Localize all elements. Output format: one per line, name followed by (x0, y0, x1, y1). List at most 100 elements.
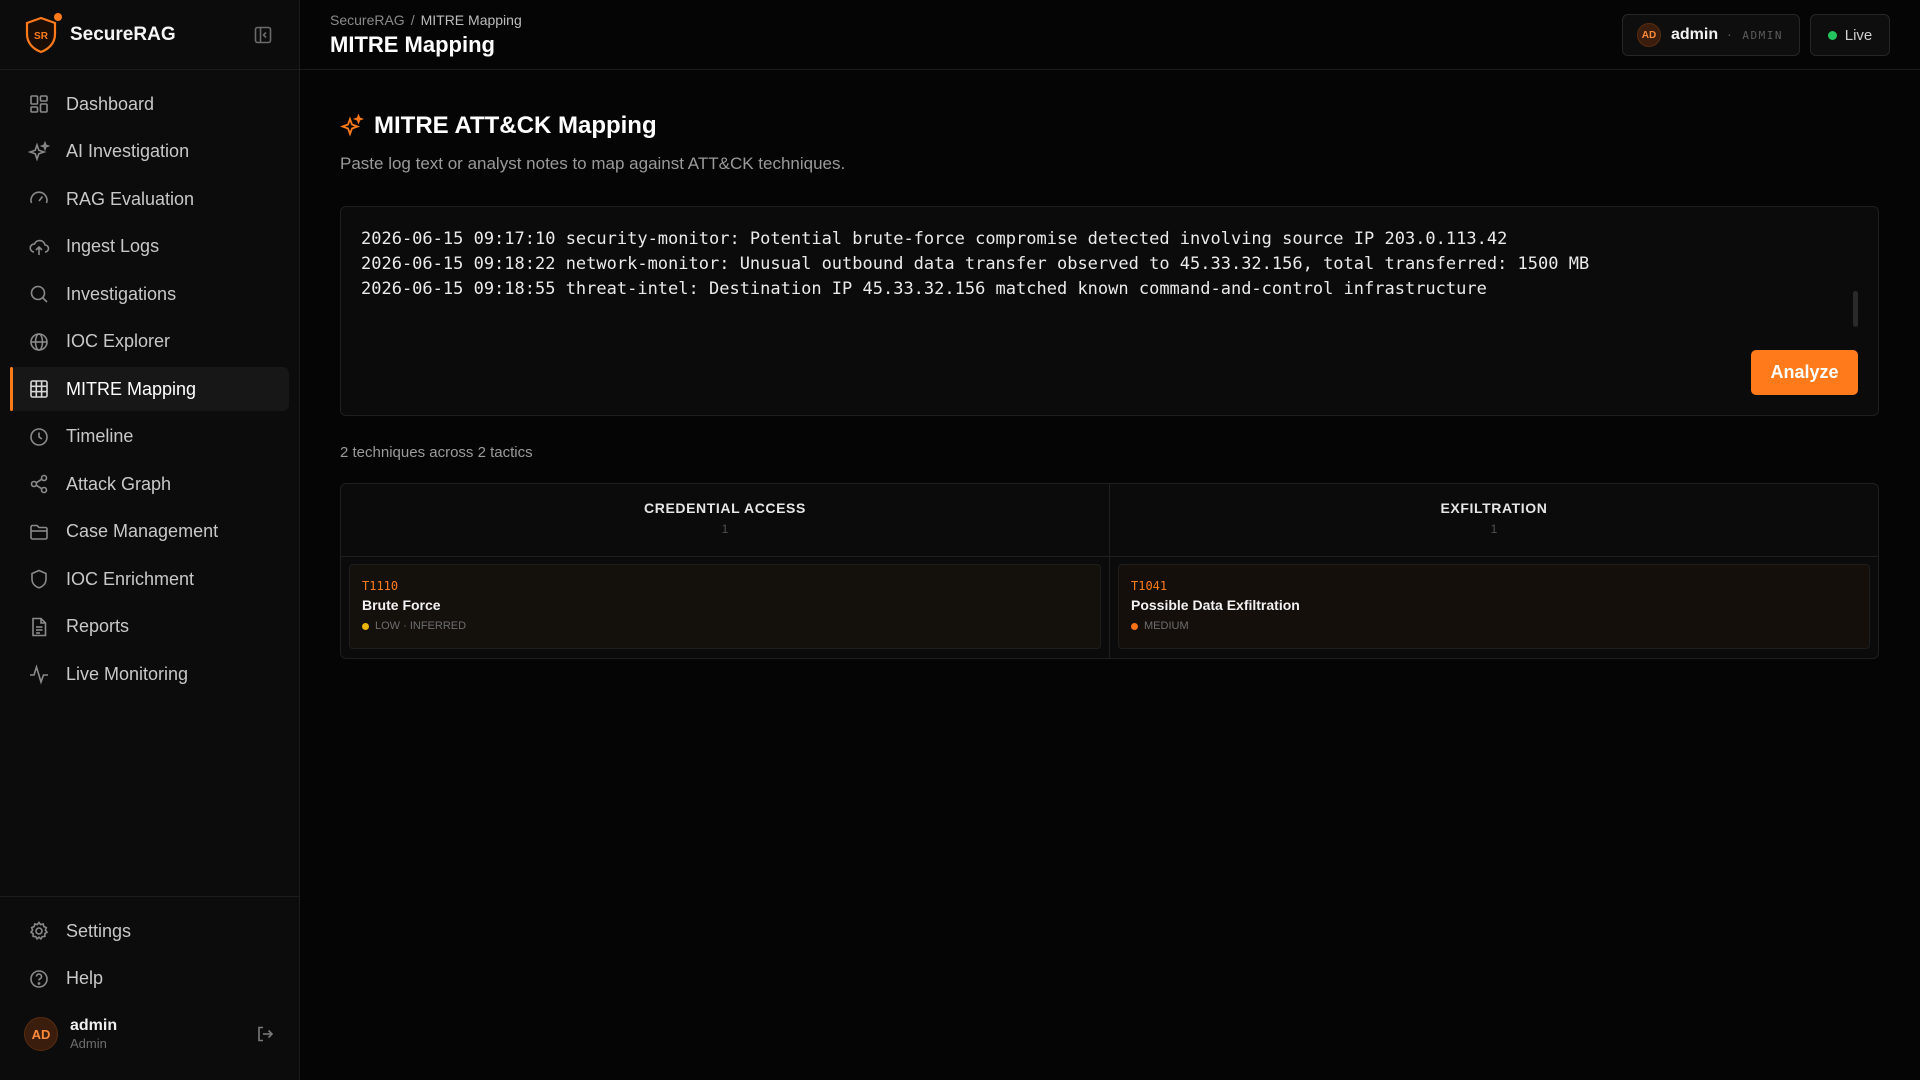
logout-icon[interactable] (255, 1024, 275, 1044)
gauge-icon (28, 188, 50, 210)
live-status-dot (1827, 30, 1837, 40)
sidebar: SR SecureRAG Dashboard AI Investigation … (0, 0, 300, 1080)
sidebar-nav: Dashboard AI Investigation RAG Evaluatio… (0, 70, 299, 696)
help-circle-icon (28, 968, 50, 990)
sidebar-item-label: Dashboard (66, 93, 155, 114)
sidebar-item-label: Timeline (66, 426, 134, 446)
sidebar-item-ioc-explorer[interactable]: IOC Explorer (10, 320, 289, 364)
sidebar-item-label: Investigations (66, 283, 177, 304)
user-menu-button[interactable]: AD admin · ADMIN (1622, 14, 1800, 56)
technique-meta: MEDIUM (1144, 620, 1189, 632)
brand-logo[interactable]: SR (24, 12, 62, 55)
tactics-matrix: CREDENTIAL ACCESS 1 T1110 Brute Force LO… (340, 483, 1879, 659)
brand: SR SecureRAG (0, 0, 299, 70)
analyze-button[interactable]: Analyze (1751, 350, 1858, 395)
technique-card[interactable]: T1041 Possible Data Exfiltration MEDIUM (1118, 564, 1870, 649)
tactic-count: 1 (1490, 522, 1498, 536)
sidebar-item-mitre-mapping[interactable]: MITRE Mapping (10, 367, 289, 411)
main-content: MITRE ATT&CK Mapping Paste log text or a… (340, 70, 1879, 659)
avatar: AD (1637, 23, 1661, 47)
sidebar-item-timeline[interactable]: Timeline (10, 415, 289, 459)
breadcrumb-root[interactable]: SecureRAG (330, 12, 405, 28)
sidebar-item-label: MITRE Mapping (66, 378, 197, 399)
sidebar-item-label: Case Management (66, 521, 219, 541)
technique-name: Brute Force (362, 597, 441, 613)
user-role: Admin (70, 1035, 107, 1051)
topbar: SecureRAG / MITRE Mapping MITRE Mapping AD… (300, 0, 1920, 70)
section-subtitle: Paste log text or analyst notes to map a… (340, 154, 846, 173)
section-title-text: MITRE ATT&CK Mapping (374, 112, 657, 139)
sidebar-item-settings[interactable]: Settings (10, 909, 289, 953)
shield-logo-icon: SR (25, 16, 57, 53)
severity-dot (362, 622, 369, 630)
technique-card[interactable]: T1110 Brute Force LOW · INFERRED (349, 564, 1101, 649)
sidebar-item-rag-evaluation[interactable]: RAG Evaluation (10, 177, 289, 221)
tactic-count: 1 (721, 522, 729, 536)
sidebar-item-ioc-enrichment[interactable]: IOC Enrichment (10, 557, 289, 601)
user-role-badge: · ADMIN (1726, 28, 1783, 42)
sparkles-icon (340, 114, 364, 138)
section-title: MITRE ATT&CK Mapping (340, 112, 1879, 140)
sidebar-item-help[interactable]: Help (10, 957, 289, 1001)
share-icon (28, 473, 50, 495)
sidebar-item-label: Reports (66, 616, 130, 636)
breadcrumb-current: MITRE Mapping (420, 12, 522, 28)
sidebar-item-ingest-logs[interactable]: Ingest Logs (10, 225, 289, 269)
log-input-panel: 2026-06-15 09:17:10 security-monitor: Po… (340, 206, 1879, 416)
cloud-upload-icon (28, 236, 50, 258)
severity-dot (1131, 622, 1138, 630)
live-status-label: Live (1844, 26, 1873, 44)
sidebar-item-label: Live Monitoring (66, 663, 189, 684)
sidebar-item-label: Attack Graph (66, 473, 172, 494)
search-icon (28, 283, 50, 305)
sidebar-item-label: AI Investigation (66, 141, 190, 161)
sidebar-item-label: IOC Explorer (66, 331, 171, 351)
globe-icon (28, 331, 50, 353)
sidebar-item-label: Settings (66, 920, 132, 941)
gear-icon (28, 920, 50, 942)
tactic-column-credential-access: CREDENTIAL ACCESS 1 T1110 Brute Force LO… (341, 484, 1109, 658)
technique-meta: LOW · INFERRED (375, 620, 467, 632)
breadcrumb-separator: / (410, 12, 415, 28)
log-input[interactable]: 2026-06-15 09:17:10 security-monitor: Po… (361, 227, 1838, 302)
avatar[interactable]: AD (24, 1017, 58, 1051)
sidebar-collapse-icon[interactable] (253, 25, 273, 45)
breadcrumb: SecureRAG / MITRE Mapping (330, 12, 522, 28)
tactic-header: EXFILTRATION 1 (1110, 484, 1878, 557)
tactic-column-exfiltration: EXFILTRATION 1 T1041 Possible Data Exfil… (1109, 484, 1878, 658)
tactic-header: CREDENTIAL ACCESS 1 (341, 484, 1109, 557)
technique-name: Possible Data Exfiltration (1131, 597, 1300, 613)
technique-id: T1110 (362, 579, 399, 593)
sidebar-item-case-management[interactable]: Case Management (10, 510, 289, 554)
sidebar-item-ai-investigation[interactable]: AI Investigation (10, 130, 289, 174)
tactic-name: CREDENTIAL ACCESS (644, 500, 806, 516)
sidebar-item-label: Help (66, 968, 104, 988)
sidebar-item-reports[interactable]: Reports (10, 605, 289, 649)
page-title: MITRE Mapping (330, 32, 495, 57)
activity-icon (28, 663, 50, 685)
sidebar-item-label: IOC Enrichment (66, 568, 195, 589)
folder-icon (28, 521, 50, 543)
results-summary: 2 techniques across 2 tactics (340, 444, 533, 461)
sidebar-item-live-monitoring[interactable]: Live Monitoring (10, 652, 289, 696)
grid-icon (28, 378, 50, 400)
svg-text:SR: SR (34, 31, 49, 42)
sidebar-item-dashboard[interactable]: Dashboard (10, 82, 289, 126)
user-name: admin (1671, 26, 1719, 43)
tactic-name: EXFILTRATION (1440, 500, 1548, 516)
log-input-scrollbar[interactable] (1853, 291, 1858, 327)
sparkles-icon (28, 140, 50, 163)
technique-id: T1041 (1131, 579, 1168, 593)
file-text-icon (28, 616, 50, 638)
sidebar-item-label: Ingest Logs (66, 236, 160, 256)
sidebar-user: AD admin Admin (24, 1014, 275, 1054)
brand-name: SecureRAG (70, 23, 176, 45)
clock-icon (28, 426, 50, 448)
sidebar-item-label: RAG Evaluation (66, 188, 195, 209)
sidebar-item-attack-graph[interactable]: Attack Graph (10, 462, 289, 506)
sidebar-item-investigations[interactable]: Investigations (10, 272, 289, 316)
shield-icon (28, 568, 50, 590)
dashboard-icon (28, 93, 50, 115)
live-status-badge[interactable]: Live (1810, 14, 1890, 56)
sidebar-footer: Settings Help AD admin Admin (0, 896, 299, 1080)
